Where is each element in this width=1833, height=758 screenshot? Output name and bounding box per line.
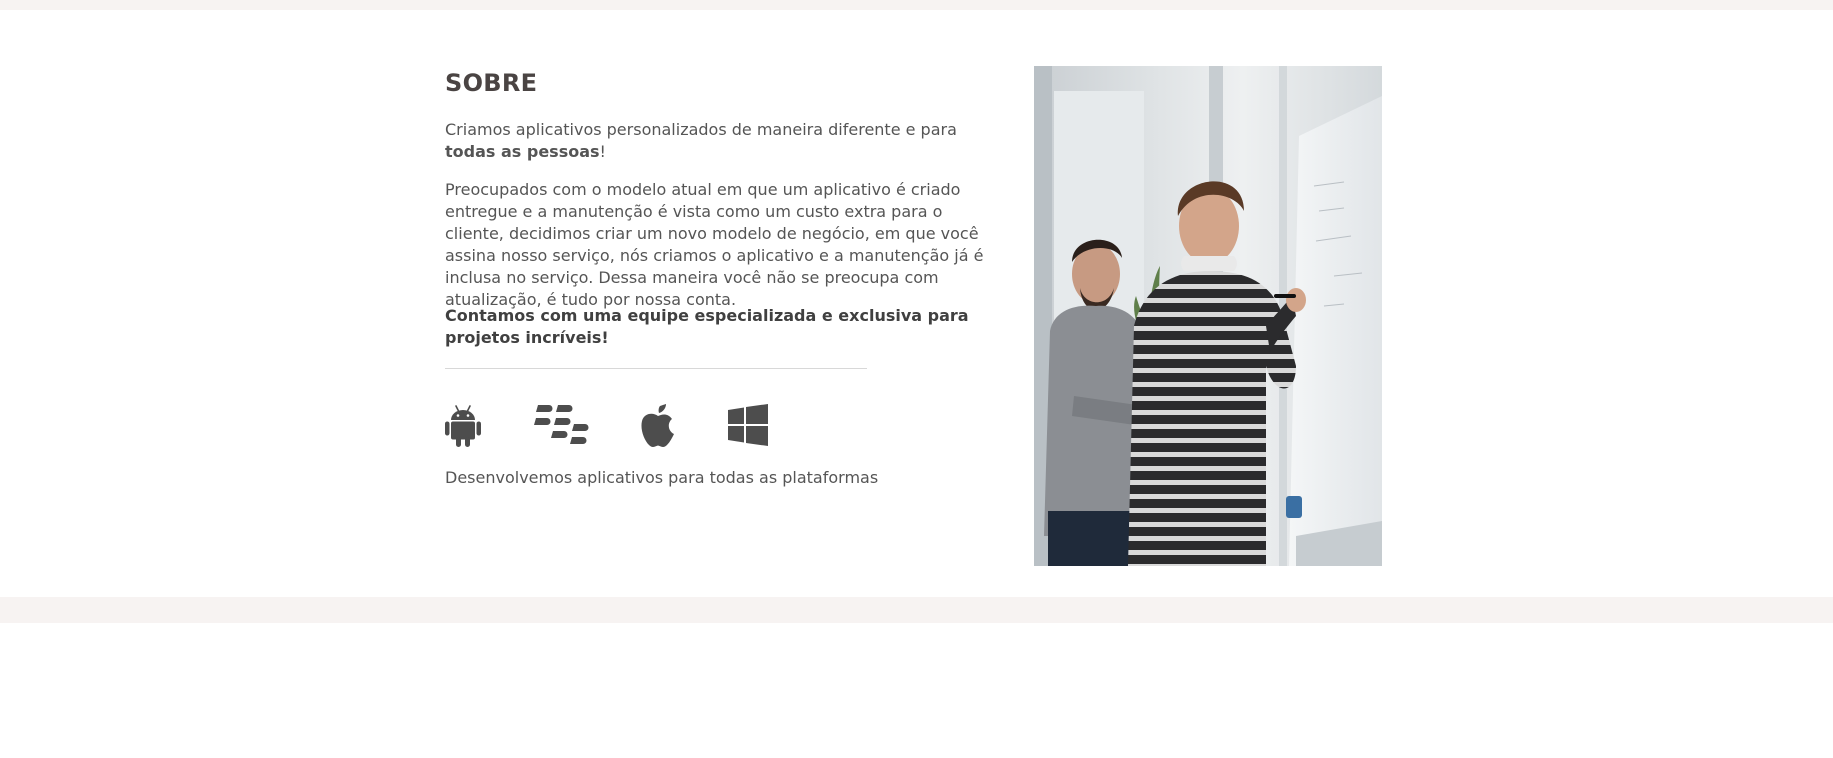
highlight-paragraph: Contamos com uma equipe especializada e … [445,306,969,347]
platforms-caption: Desenvolvemos aplicativos para todas as … [445,468,879,487]
intro-bold-text: todas as pessoas [445,142,600,161]
android-icon [445,405,481,447]
about-section: SOBRE Criamos aplicativos personalizados… [0,10,1833,597]
about-text-column: SOBRE Criamos aplicativos personalizados… [445,67,1005,487]
intro-text: Criamos aplicativos personalizados de ma… [445,120,957,139]
blackberry-icon [534,405,589,444]
top-section-strip [0,0,1833,10]
bottom-section-strip [0,597,1833,623]
team-whiteboard-photo [1034,66,1382,566]
windows-icon [728,404,768,446]
apple-icon [641,404,674,447]
intro-paragraph: Criamos aplicativos personalizados de ma… [445,119,1005,163]
intro-end: ! [599,142,606,161]
platform-icons [445,404,867,448]
section-title: SOBRE [445,69,538,97]
body-paragraph: Preocupados com o modelo atual em que um… [445,180,984,309]
divider [445,368,867,369]
